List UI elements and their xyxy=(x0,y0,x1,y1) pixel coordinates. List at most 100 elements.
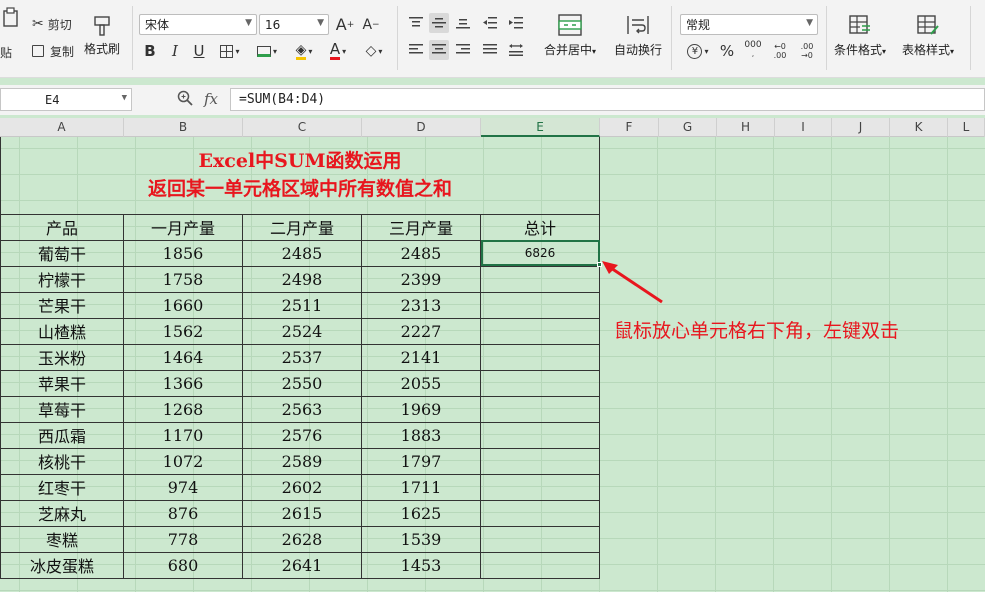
table-cell[interactable]: 2602 xyxy=(242,473,362,501)
active-cell-e4[interactable]: 6826 xyxy=(480,239,600,267)
table-cell[interactable]: 1711 xyxy=(361,473,481,501)
format-painter-button[interactable]: 格式刷 xyxy=(84,14,120,57)
decrease-decimal-button[interactable]: .00 →0 xyxy=(797,40,817,62)
underline-button[interactable]: U xyxy=(192,41,206,61)
column-header-c[interactable]: C xyxy=(243,118,362,137)
column-title-cell[interactable]: 产品 xyxy=(0,213,124,241)
sheet-title-cell[interactable]: Excel中SUM函数运用 返回某一单元格区域中所有数值之和 xyxy=(0,137,600,215)
table-cell[interactable]: 974 xyxy=(123,473,243,501)
align-center-icon[interactable] xyxy=(429,40,449,60)
table-cell[interactable]: 1170 xyxy=(123,421,243,449)
column-header-k[interactable]: K xyxy=(890,118,948,137)
font-size-select[interactable]: 16 ▼ xyxy=(259,14,329,35)
table-cell[interactable]: 1072 xyxy=(123,447,243,475)
table-cell[interactable]: 2615 xyxy=(242,499,362,527)
cell-style-button[interactable]: ▾ xyxy=(254,41,280,61)
table-cell[interactable]: 2485 xyxy=(361,239,481,267)
table-cell[interactable]: 1625 xyxy=(361,499,481,527)
paste-icon[interactable] xyxy=(0,6,22,28)
increase-font-icon[interactable]: A + xyxy=(336,14,355,35)
table-cell[interactable]: 芝麻丸 xyxy=(0,499,124,527)
column-header-h[interactable]: H xyxy=(717,118,775,137)
table-cell[interactable] xyxy=(480,551,600,579)
column-header-a[interactable]: A xyxy=(0,118,124,137)
table-cell[interactable]: 冰皮蛋糕 xyxy=(0,551,124,579)
table-cell[interactable]: 苹果干 xyxy=(0,369,124,397)
table-cell[interactable]: 2399 xyxy=(361,265,481,293)
conditional-format-button[interactable]: 条件格式▾ xyxy=(834,14,886,58)
table-cell[interactable]: 2485 xyxy=(242,239,362,267)
copy-button[interactable]: 复制 xyxy=(32,42,74,60)
table-cell[interactable] xyxy=(480,447,600,475)
table-cell[interactable] xyxy=(480,317,600,345)
column-title-cell[interactable]: 二月产量 xyxy=(242,213,362,241)
table-cell[interactable]: 1453 xyxy=(361,551,481,579)
column-header-i[interactable]: I xyxy=(775,118,832,137)
table-cell[interactable]: 芒果干 xyxy=(0,291,124,319)
column-header-b[interactable]: B xyxy=(124,118,243,137)
wrap-text-button[interactable]: 自动换行 xyxy=(614,14,662,58)
table-cell[interactable]: 1660 xyxy=(123,291,243,319)
align-left-icon[interactable] xyxy=(406,40,426,60)
table-cell[interactable]: 柠檬干 xyxy=(0,265,124,293)
paste-button[interactable]: 贴 xyxy=(0,44,12,60)
table-cell[interactable] xyxy=(480,265,600,293)
table-cell[interactable]: 草莓干 xyxy=(0,395,124,423)
table-cell[interactable]: 2511 xyxy=(242,291,362,319)
merge-center-button[interactable]: 合并居中▾ xyxy=(544,14,596,58)
decrease-indent-icon[interactable] xyxy=(480,13,500,33)
table-cell[interactable]: 2576 xyxy=(242,421,362,449)
column-title-cell[interactable]: 一月产量 xyxy=(123,213,243,241)
table-cell[interactable]: 2563 xyxy=(242,395,362,423)
align-bottom-icon[interactable] xyxy=(453,13,473,33)
table-cell[interactable]: 2550 xyxy=(242,369,362,397)
table-cell[interactable]: 2313 xyxy=(361,291,481,319)
number-format-select[interactable]: 常规 ▼ xyxy=(680,14,818,35)
column-header-g[interactable]: G xyxy=(659,118,717,137)
table-cell[interactable]: 核桃干 xyxy=(0,447,124,475)
table-cell[interactable] xyxy=(480,369,600,397)
table-cell[interactable]: 1758 xyxy=(123,265,243,293)
insert-function-button[interactable]: fx xyxy=(204,90,218,108)
font-color-button[interactable]: A ▾ xyxy=(324,41,352,61)
column-header-e[interactable]: E xyxy=(481,118,600,137)
table-cell[interactable]: 1366 xyxy=(123,369,243,397)
table-cell[interactable]: 2055 xyxy=(361,369,481,397)
table-cell[interactable] xyxy=(480,473,600,501)
thousands-separator-button[interactable]: 000, xyxy=(744,39,762,61)
font-name-select[interactable]: 宋体 ▼ xyxy=(139,14,257,35)
table-cell[interactable]: 1268 xyxy=(123,395,243,423)
table-cell[interactable]: 2141 xyxy=(361,343,481,371)
increase-indent-icon[interactable] xyxy=(506,13,526,33)
distributed-align-icon[interactable] xyxy=(506,40,526,60)
table-cell[interactable]: 葡萄干 xyxy=(0,239,124,267)
table-cell[interactable]: 枣糕 xyxy=(0,525,124,553)
table-cell[interactable] xyxy=(480,525,600,553)
table-cell[interactable] xyxy=(480,421,600,449)
currency-button[interactable]: ¥ ▾ xyxy=(683,41,713,61)
table-cell[interactable]: 2641 xyxy=(242,551,362,579)
table-cell[interactable]: 1562 xyxy=(123,317,243,345)
bold-button[interactable]: B xyxy=(142,41,158,61)
column-title-cell[interactable]: 三月产量 xyxy=(361,213,481,241)
border-button[interactable]: ▾ xyxy=(218,41,242,61)
fill-color-button[interactable]: ◈ ▾ xyxy=(290,41,318,61)
table-cell[interactable]: 山楂糕 xyxy=(0,317,124,345)
table-cell[interactable]: 2524 xyxy=(242,317,362,345)
table-cell[interactable]: 1539 xyxy=(361,525,481,553)
justify-icon[interactable] xyxy=(480,40,500,60)
table-cell[interactable]: 1464 xyxy=(123,343,243,371)
table-cell[interactable]: 1797 xyxy=(361,447,481,475)
align-middle-icon[interactable] xyxy=(429,13,449,33)
column-header-j[interactable]: J xyxy=(832,118,890,137)
table-cell[interactable]: 1969 xyxy=(361,395,481,423)
table-cell[interactable] xyxy=(480,291,600,319)
column-header-f[interactable]: F xyxy=(600,118,659,137)
increase-decimal-button[interactable]: ←0 .00 xyxy=(770,40,790,62)
table-cell[interactable]: 2537 xyxy=(242,343,362,371)
table-cell[interactable]: 778 xyxy=(123,525,243,553)
column-title-cell[interactable]: 总计 xyxy=(480,213,600,241)
italic-button[interactable]: I xyxy=(168,41,182,61)
table-cell[interactable]: 2589 xyxy=(242,447,362,475)
table-cell[interactable]: 2498 xyxy=(242,265,362,293)
